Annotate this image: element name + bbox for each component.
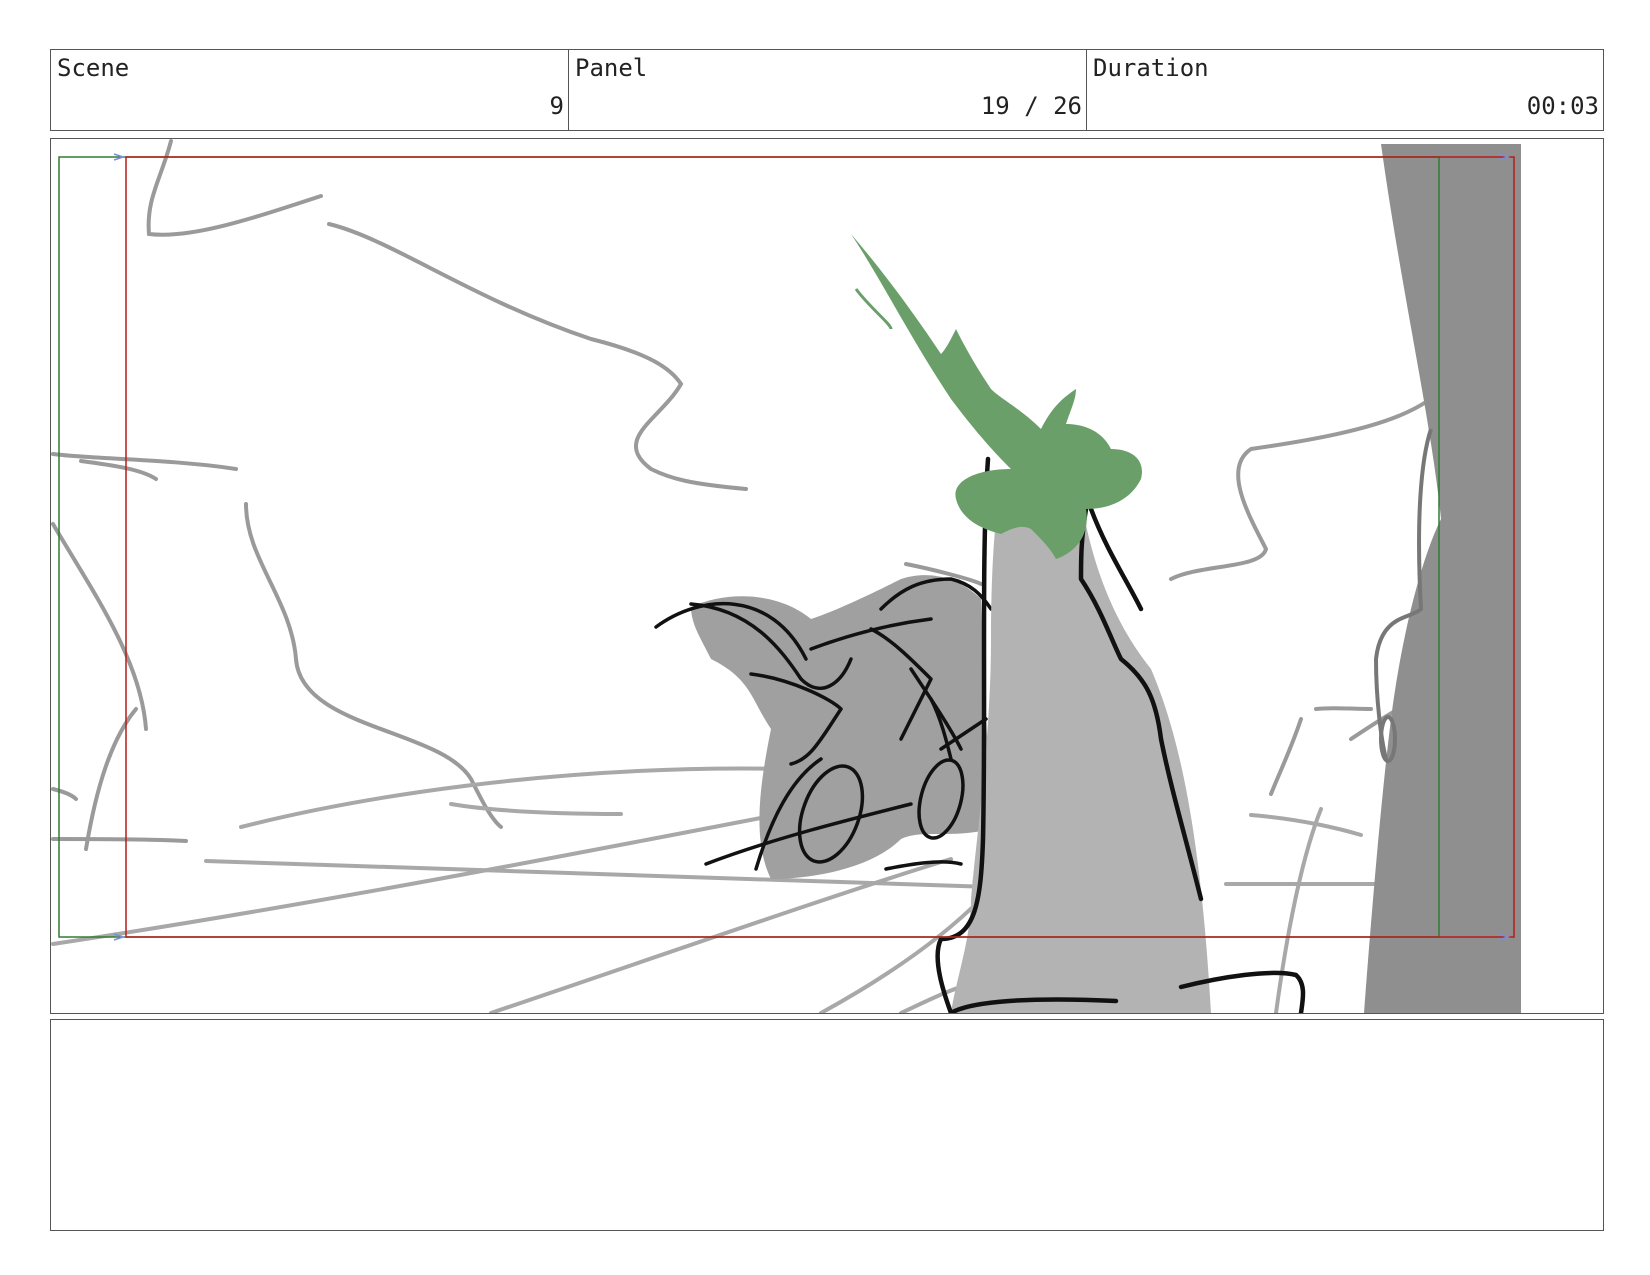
panel-label: Panel [575, 54, 648, 82]
panel-number: 19 / 26 [980, 92, 1082, 120]
background-lines [51, 139, 1463, 851]
duration-label: Duration [1093, 54, 1209, 82]
foliage-stroke [854, 288, 893, 330]
foliage-green [851, 234, 1142, 559]
duration-cell: Duration 00:03 [1087, 50, 1603, 130]
panel-cell: Panel 19 / 26 [569, 50, 1087, 130]
duration-value: 00:03 [1526, 92, 1599, 120]
ground-lines [51, 766, 1423, 1013]
right-pillar [1364, 144, 1521, 1013]
storyboard-frame [50, 138, 1604, 1014]
scene-cell: Scene 9 [51, 50, 569, 130]
notes-box [50, 1019, 1604, 1231]
panel-header: Scene 9 Panel 19 / 26 Duration 00:03 [50, 49, 1604, 131]
scene-label: Scene [57, 54, 130, 82]
storyboard-sketch [51, 139, 1521, 1013]
scene-number: 9 [549, 92, 564, 120]
